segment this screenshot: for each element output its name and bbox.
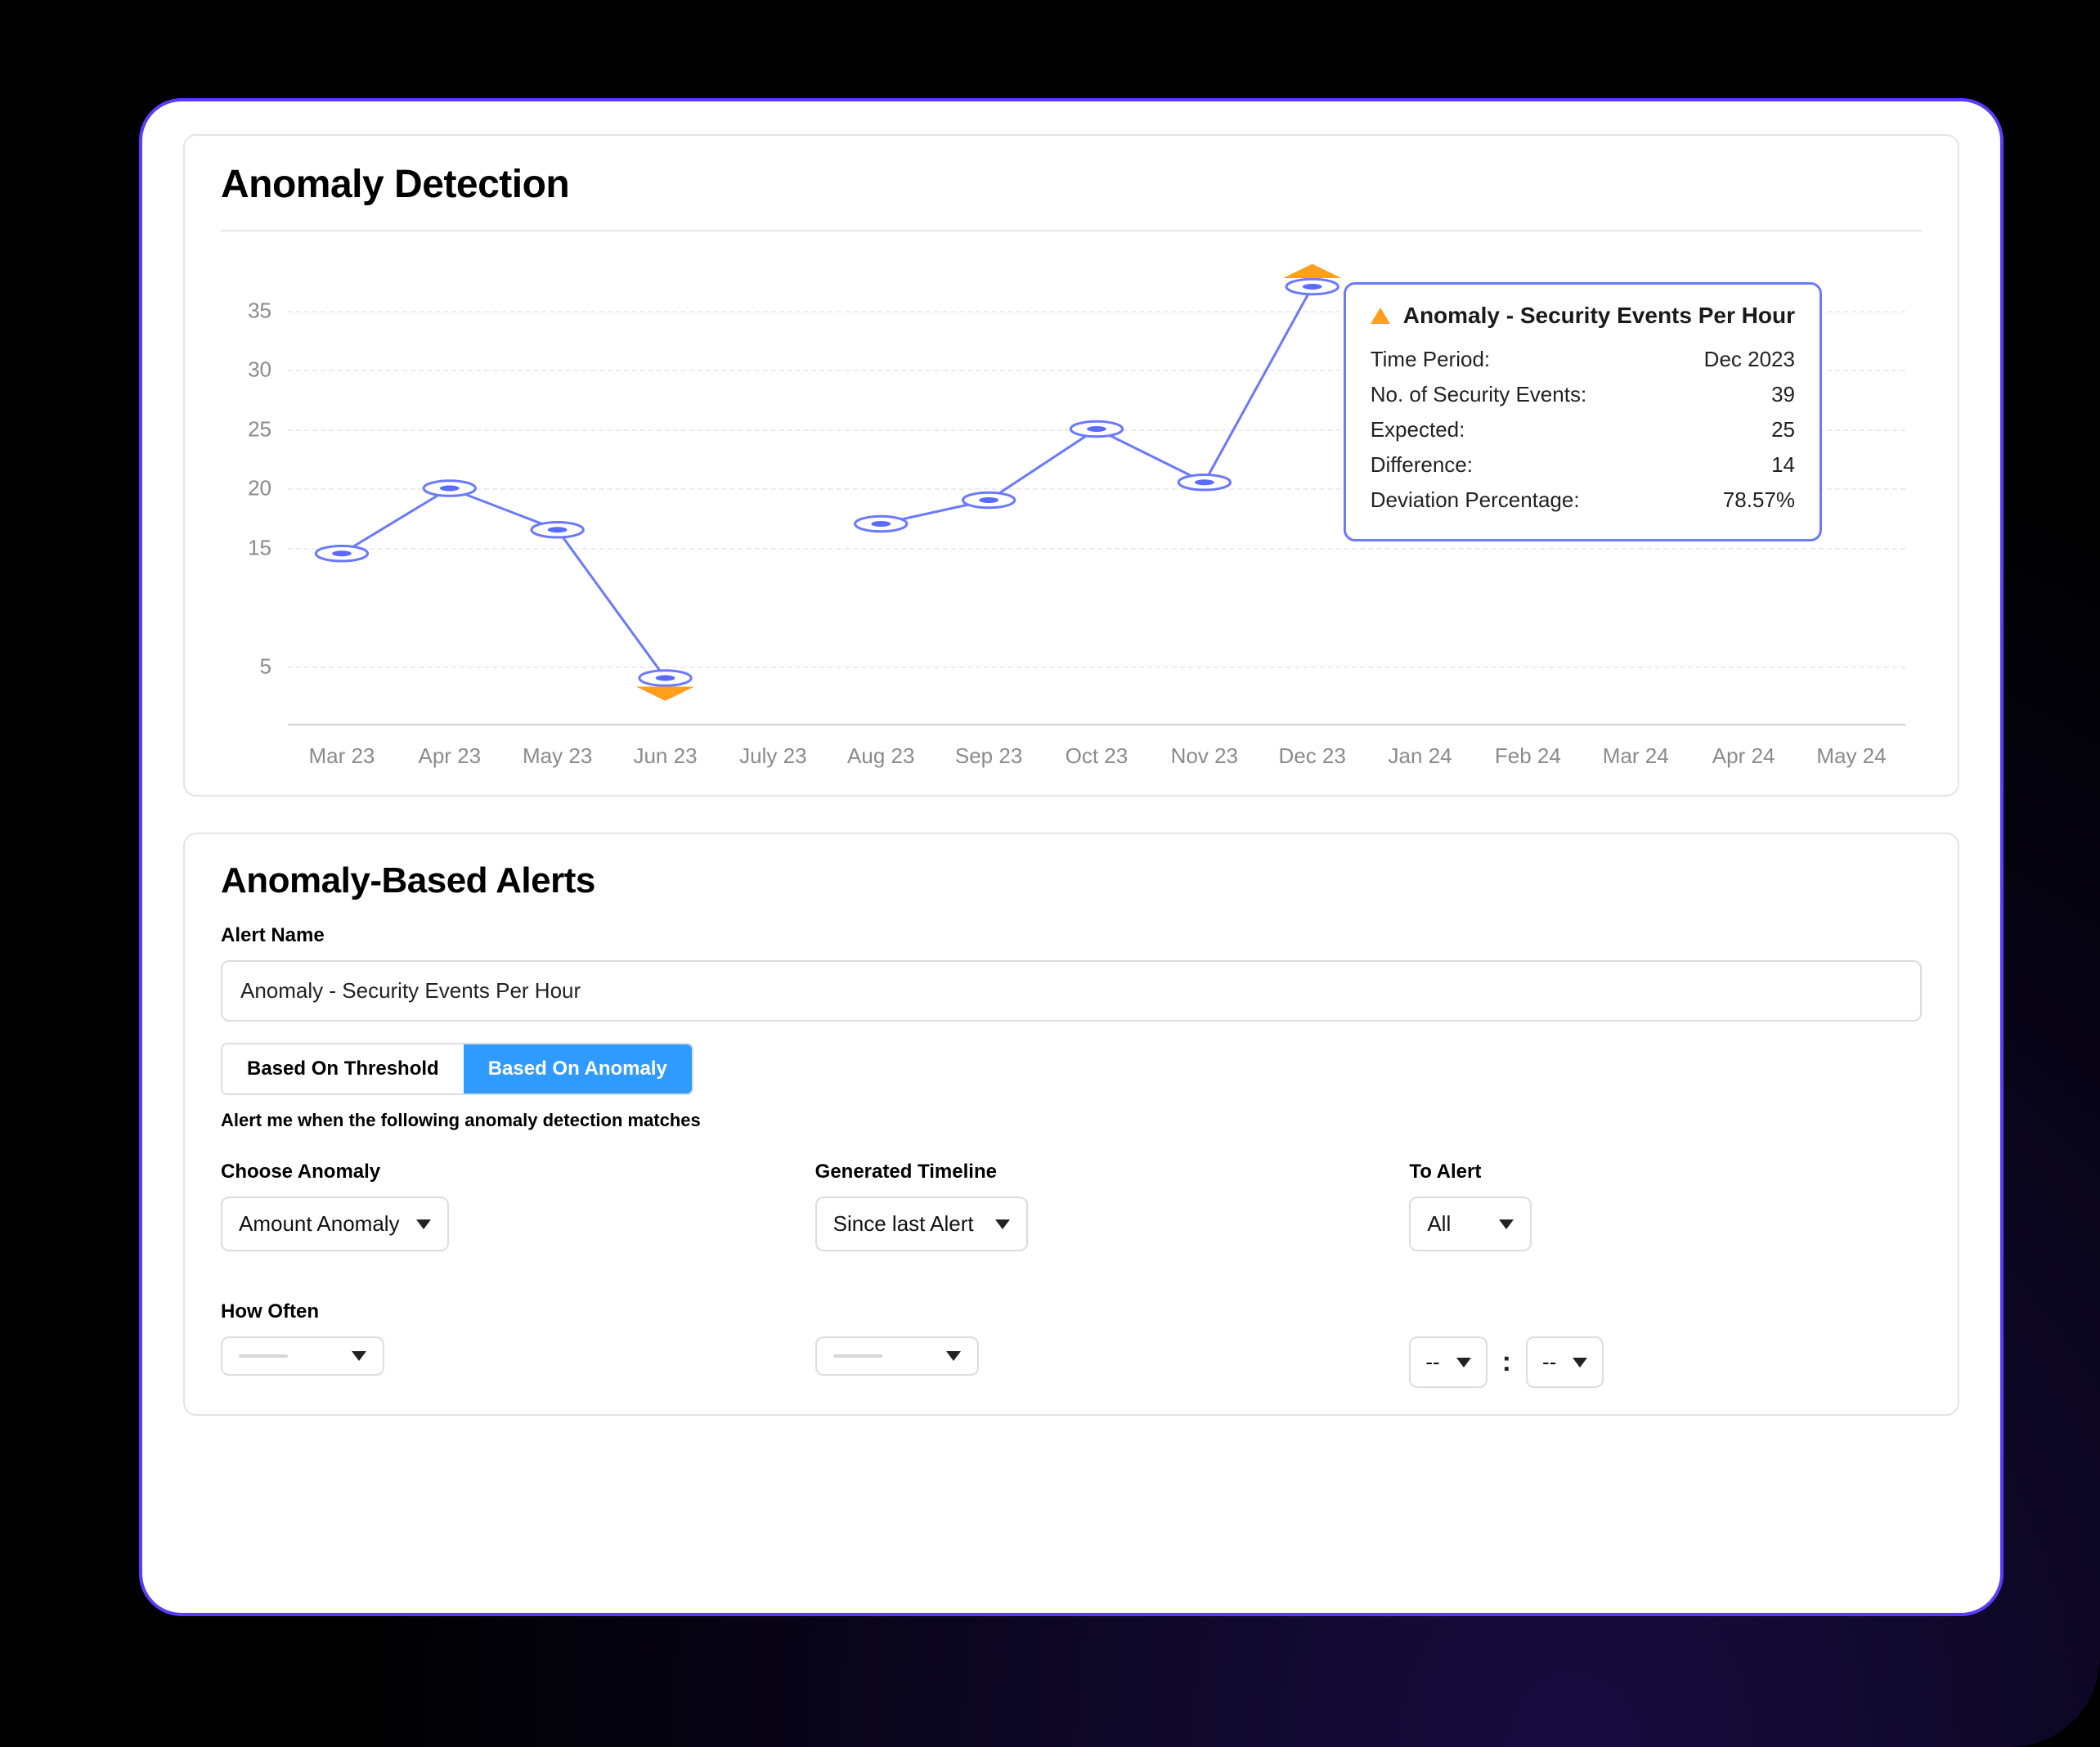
x-tick-label: Nov 23 bbox=[1151, 743, 1259, 769]
how-often-label-2 bbox=[815, 1300, 1328, 1323]
time-separator: : bbox=[1502, 1346, 1511, 1378]
chevron-down-icon bbox=[1499, 1219, 1514, 1229]
tooltip-row: Difference:14 bbox=[1371, 447, 1795, 483]
how-often-field-2 bbox=[815, 1300, 1328, 1388]
y-tick-label: 20 bbox=[248, 476, 271, 501]
x-tick-label: Apr 23 bbox=[396, 743, 504, 769]
choose-anomaly-field: Choose Anomaly Amount Anomaly bbox=[221, 1161, 734, 1251]
chevron-down-icon bbox=[352, 1351, 366, 1361]
chevron-down-icon bbox=[995, 1219, 1010, 1229]
time-hour-value: -- bbox=[1425, 1350, 1439, 1375]
placeholder-dash bbox=[239, 1354, 288, 1358]
x-tick-label: Jan 24 bbox=[1366, 743, 1474, 769]
anomaly-detection-card: Anomaly Detection 5 15 20 25 30 35 Anomaly - … bbox=[183, 134, 1959, 797]
tooltip-row: Expected:25 bbox=[1371, 412, 1795, 447]
time-field: -- : -- bbox=[1409, 1300, 1922, 1388]
y-tick-label: 30 bbox=[248, 357, 271, 383]
x-tick-label: Jun 23 bbox=[612, 743, 720, 769]
chevron-down-icon bbox=[946, 1351, 961, 1361]
x-tick-label: Feb 24 bbox=[1474, 743, 1582, 769]
x-tick-label: Mar 23 bbox=[288, 743, 396, 769]
x-tick-label: Aug 23 bbox=[827, 743, 935, 769]
x-tick-label: Apr 24 bbox=[1689, 743, 1797, 769]
chevron-down-icon bbox=[1573, 1358, 1587, 1368]
time-label bbox=[1409, 1300, 1922, 1323]
choose-anomaly-select[interactable]: Amount Anomaly bbox=[221, 1197, 449, 1251]
how-often-select-2[interactable] bbox=[815, 1336, 979, 1376]
how-often-field: How Often bbox=[221, 1300, 734, 1388]
tooltip-row: No. of Security Events:39 bbox=[1371, 377, 1795, 412]
x-tick-label: May 23 bbox=[504, 743, 612, 769]
chart-plot-area[interactable]: 51520253035 Anomaly - Security Events Pe… bbox=[288, 251, 1905, 725]
chart-tooltip: Anomaly - Security Events Per Hour Time P… bbox=[1344, 282, 1822, 541]
alert-basis-segmented: Based On Threshold Based On Anomaly bbox=[221, 1043, 693, 1095]
tooltip-row: Time Period:Dec 2023 bbox=[1371, 342, 1795, 377]
to-alert-field: To Alert All bbox=[1409, 1161, 1922, 1251]
device-frame: Anomaly Detection 5 15 20 25 30 35 Anomaly - … bbox=[0, 0, 2100, 1747]
alerts-card-title: Anomaly-Based Alerts bbox=[221, 860, 1922, 901]
alert-name-input[interactable] bbox=[221, 960, 1922, 1022]
alert-form-grid: Choose Anomaly Amount Anomaly Generated … bbox=[221, 1161, 1922, 1388]
y-tick-label: 15 bbox=[248, 535, 271, 560]
chart-wrap: 5 15 20 25 30 35 Anomaly - Security Events Pe… bbox=[221, 251, 1922, 769]
choose-anomaly-label: Choose Anomaly bbox=[221, 1161, 734, 1183]
chart-x-labels: Mar 23Apr 23May 23Jun 23July 23Aug 23Sep… bbox=[288, 743, 1905, 769]
y-tick-label: 25 bbox=[248, 416, 271, 442]
divider bbox=[221, 230, 1922, 231]
to-alert-label: To Alert bbox=[1409, 1161, 1922, 1183]
chevron-down-icon bbox=[1456, 1358, 1471, 1368]
x-tick-label: July 23 bbox=[719, 743, 827, 769]
generated-timeline-field: Generated Timeline Since last Alert bbox=[815, 1161, 1328, 1251]
tooltip-title-text: Anomaly - Security Events Per Hour bbox=[1403, 303, 1795, 329]
y-tick-label: 5 bbox=[260, 653, 271, 679]
screen: Anomaly Detection 5 15 20 25 30 35 Anomaly - … bbox=[139, 98, 2004, 1616]
alert-helper-text: Alert me when the following anomaly dete… bbox=[221, 1110, 1922, 1131]
generated-timeline-select[interactable]: Since last Alert bbox=[815, 1197, 1028, 1251]
placeholder-dash bbox=[833, 1354, 882, 1358]
tooltip-row: Deviation Percentage:78.57% bbox=[1371, 483, 1795, 518]
based-on-anomaly-button[interactable]: Based On Anomaly bbox=[464, 1044, 692, 1094]
how-often-label: How Often bbox=[221, 1300, 734, 1323]
time-minute-value: -- bbox=[1542, 1350, 1556, 1375]
x-tick-label: Mar 24 bbox=[1582, 743, 1689, 769]
time-hour-select[interactable]: -- bbox=[1409, 1336, 1487, 1388]
generated-timeline-value: Since last Alert bbox=[833, 1211, 974, 1237]
x-tick-label: May 24 bbox=[1797, 743, 1905, 769]
chart-y-axis: 5 15 20 25 30 35 bbox=[221, 251, 288, 725]
based-on-threshold-button[interactable]: Based On Threshold bbox=[222, 1044, 464, 1094]
generated-timeline-label: Generated Timeline bbox=[815, 1161, 1328, 1183]
x-tick-label: Oct 23 bbox=[1043, 743, 1151, 769]
x-tick-label: Sep 23 bbox=[935, 743, 1043, 769]
warning-icon bbox=[1371, 308, 1390, 324]
anomaly-alerts-card: Anomaly-Based Alerts Alert Name Based On… bbox=[183, 833, 1959, 1416]
to-alert-select[interactable]: All bbox=[1409, 1197, 1532, 1251]
time-minute-select[interactable]: -- bbox=[1526, 1336, 1604, 1388]
alert-name-label: Alert Name bbox=[221, 924, 1922, 947]
choose-anomaly-value: Amount Anomaly bbox=[239, 1211, 400, 1237]
how-often-select[interactable] bbox=[221, 1336, 384, 1376]
anomaly-detection-title: Anomaly Detection bbox=[221, 162, 1922, 207]
x-tick-label: Dec 23 bbox=[1259, 743, 1366, 769]
chevron-down-icon bbox=[416, 1219, 431, 1229]
to-alert-value: All bbox=[1427, 1211, 1451, 1237]
y-tick-label: 35 bbox=[248, 298, 271, 323]
